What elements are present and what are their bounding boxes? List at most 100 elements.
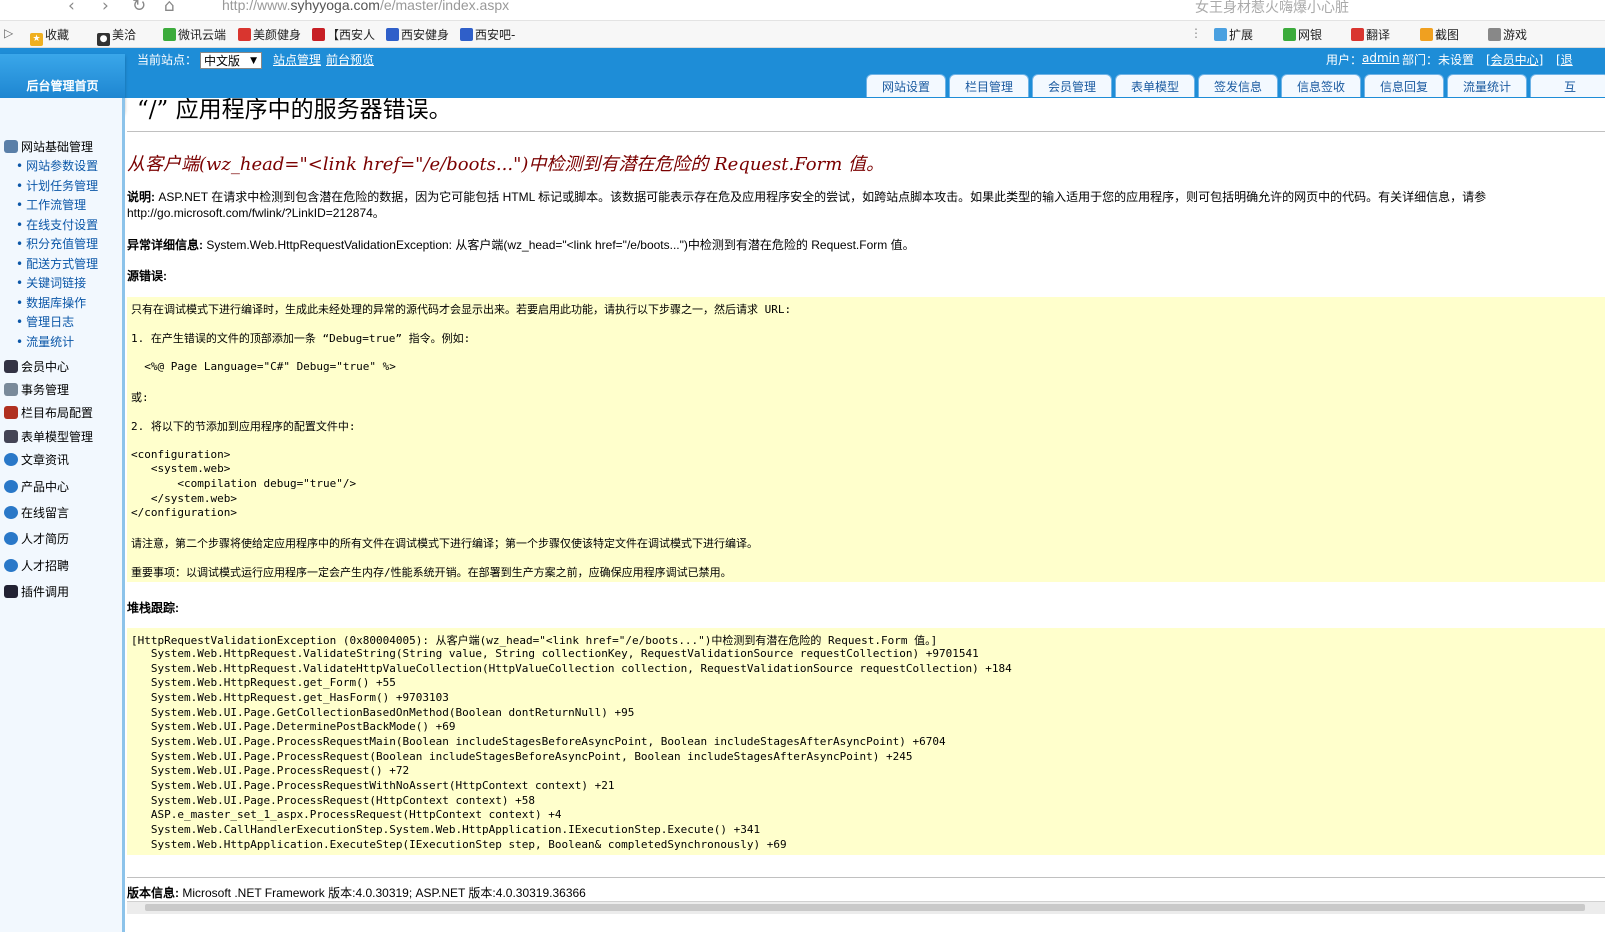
tab-traffic-stats[interactable]: 流量统计 — [1447, 74, 1527, 97]
code-line: 1. 在产生错误的文件的顶部添加一条 “Debug=true” 指令。例如: — [131, 332, 471, 345]
horizontal-scrollbar[interactable] — [127, 901, 1605, 914]
home-icon[interactable]: ⌂ — [164, 0, 175, 16]
preview-link[interactable]: 前台预览 — [326, 51, 374, 68]
bookmark-0[interactable]: ★ 收藏 — [30, 26, 69, 46]
code-line: </system.web> — [131, 492, 237, 505]
sidebar-group-members[interactable]: 会员中心 — [4, 358, 69, 375]
stack-trace-label: 堆栈跟踪: — [127, 601, 179, 615]
member-center-link[interactable]: [会员中心] — [1486, 51, 1543, 68]
tab-more[interactable]: 互 — [1530, 74, 1605, 97]
site-select[interactable]: 中文版 ▼ — [200, 52, 262, 69]
briefcase-icon — [4, 383, 18, 396]
code-line: <%@ Page Language="C#" Debug="true" %> — [131, 360, 396, 373]
site-select-value: 中文版 — [204, 54, 241, 68]
sidebar-toggle-icon[interactable]: ▷ — [4, 26, 13, 40]
stack-line: System.Web.UI.Page.ProcessRequestMain(Bo… — [131, 735, 946, 748]
refresh-icon[interactable]: ↻ — [132, 0, 146, 16]
sidebar-group-affairs[interactable]: 事务管理 — [4, 381, 69, 398]
code-line: <compilation debug="true"/> — [131, 477, 357, 490]
code-line: <configuration> — [131, 448, 231, 461]
sidebar-group-layout[interactable]: 栏目布局配置 — [4, 404, 93, 421]
tab-info-receipt[interactable]: 信息签收 — [1281, 74, 1361, 97]
divider — [127, 877, 1605, 878]
bookmark-6[interactable]: 西安吧- — [460, 26, 515, 43]
browser-search-field[interactable]: 女王身材惹火嗨爆小心脏 — [1195, 0, 1349, 17]
cloud-icon — [163, 28, 176, 41]
sidebar-group-resumes[interactable]: 人才简历 — [4, 530, 69, 547]
code-line: <system.web> — [131, 462, 231, 475]
stack-line: System.Web.CallHandlerExecutionStep.Syst… — [131, 823, 761, 836]
stack-line: System.Web.UI.Page.ProcessRequest(HttpCo… — [131, 794, 535, 807]
tool-0[interactable]: 扩展 — [1214, 26, 1253, 43]
tool-3[interactable]: 截图 — [1420, 26, 1459, 43]
stack-line: System.Web.UI.Page.GetCollectionBasedOnM… — [131, 706, 635, 719]
tab-info-reply[interactable]: 信息回复 — [1364, 74, 1444, 97]
stack-line: System.Web.UI.Page.ProcessRequest(Boolea… — [131, 750, 913, 763]
sidebar-item-payment[interactable]: 在线支付设置 — [16, 216, 98, 233]
bookmark-4[interactable]: 【西安人 — [312, 26, 375, 43]
tab-issue-info[interactable]: 签发信息 — [1198, 74, 1278, 97]
translate-icon — [1351, 28, 1364, 41]
code-line: 只有在调试模式下进行编译时，生成此未经处理的异常的源代码才会显示出来。若要启用此… — [131, 303, 792, 316]
sidebar-item-traffic[interactable]: 流量统计 — [16, 333, 74, 350]
current-site-label: 当前站点： — [137, 53, 198, 67]
sidebar-group-recruitment[interactable]: 人才招聘 — [4, 557, 69, 574]
tab-member-manage[interactable]: 会员管理 — [1032, 74, 1112, 97]
stack-line: System.Web.UI.Page.ProcessRequestWithNoA… — [131, 779, 615, 792]
sidebar-item-site-params[interactable]: 网站参数设置 — [16, 157, 98, 174]
monitor-icon — [4, 585, 18, 598]
bookmark-1[interactable]: ● 美洽 — [97, 26, 136, 46]
scissors-icon — [1420, 28, 1433, 41]
sidebar-item-points[interactable]: 积分充值管理 — [16, 235, 98, 252]
tab-column-manage[interactable]: 栏目管理 — [949, 74, 1029, 97]
sidebar-group-messages[interactable]: 在线留言 — [4, 504, 69, 521]
sidebar-item-database[interactable]: 数据库操作 — [16, 294, 86, 311]
stack-line: System.Web.UI.Page.DeterminePostBackMode… — [131, 720, 456, 733]
sidebar-item-scheduled-tasks[interactable]: 计划任务管理 — [16, 177, 98, 194]
stack-line: System.Web.HttpRequest.ValidateString(St… — [131, 647, 979, 660]
description-link[interactable]: http://go.microsoft.com/fwlink/?LinkID=2… — [127, 204, 385, 221]
forward-icon[interactable]: › — [102, 0, 109, 16]
sidebar-item-keywords[interactable]: 关键词链接 — [16, 274, 86, 291]
tool-2[interactable]: 翻译 — [1351, 26, 1390, 43]
description: 说明: ASP.NET 在请求中检测到包含潜在危险的数据，因为它可能包括 HTM… — [127, 190, 1487, 204]
more-icon[interactable]: ⋮ — [1190, 26, 1202, 40]
tools-icon — [4, 406, 18, 419]
sidebar-item-workflow[interactable]: 工作流管理 — [16, 196, 86, 213]
sidebar-item-logs[interactable]: 管理日志 — [16, 313, 74, 330]
ie-icon — [4, 559, 18, 572]
gamepad-icon — [1488, 28, 1501, 41]
weibo-icon — [238, 28, 251, 41]
sidebar: 网站基础管理 网站参数设置 计划任务管理 工作流管理 在线支付设置 积分充值管理… — [0, 98, 125, 932]
tool-1[interactable]: 网银 — [1283, 26, 1322, 43]
sidebar-group-products[interactable]: 产品中心 — [4, 478, 69, 495]
tab-form-model[interactable]: 表单模型 — [1115, 74, 1195, 97]
back-icon[interactable]: ‹ — [68, 0, 75, 16]
code-line: 或: — [131, 391, 149, 404]
chevron-down-icon: ▼ — [250, 56, 257, 66]
tab-site-settings[interactable]: 网站设置 — [866, 74, 946, 97]
tool-4[interactable]: 游戏 — [1488, 26, 1527, 43]
url-field[interactable]: http://www.syhyyoga.com/e/master/index.a… — [222, 0, 509, 13]
grid-icon — [1214, 28, 1227, 41]
bookmark-3[interactable]: 美颜健身 — [238, 26, 301, 43]
sidebar-group-plugins[interactable]: 插件调用 — [4, 583, 69, 600]
error-page: “/” 应用程序中的服务器错误。 从客户端(wz_head="<link hre… — [127, 98, 1605, 932]
code-line: 请注意，第二个步骤将使给定应用程序中的所有文件在调试模式下进行编译；第一个步骤仅… — [131, 537, 758, 550]
sidebar-item-delivery[interactable]: 配送方式管理 — [16, 255, 98, 272]
sidebar-group-articles[interactable]: 文章资讯 — [4, 451, 69, 468]
sidebar-group-basic[interactable]: 网站基础管理 — [4, 138, 93, 155]
bookmark-2[interactable]: 微讯云端 — [163, 26, 226, 43]
stack-line: ASP.e_master_set_1_aspx.ProcessRequest(H… — [131, 808, 562, 821]
sidebar-group-forms[interactable]: 表单模型管理 — [4, 428, 93, 445]
scrollbar-thumb[interactable] — [145, 904, 1585, 911]
user-name-link[interactable]: admin — [1362, 51, 1400, 65]
chat-icon: ● — [97, 33, 110, 46]
site-manage-link[interactable]: 站点管理 — [273, 51, 321, 68]
bookmark-5[interactable]: 西安健身 — [386, 26, 449, 43]
exception-details: 异常详细信息: System.Web.HttpRequestValidation… — [127, 238, 915, 252]
computer-icon — [4, 140, 18, 153]
page-title: “/” 应用程序中的服务器错误。 — [137, 98, 452, 123]
logout-link[interactable]: [退 — [1556, 51, 1573, 68]
paw-icon — [386, 28, 399, 41]
